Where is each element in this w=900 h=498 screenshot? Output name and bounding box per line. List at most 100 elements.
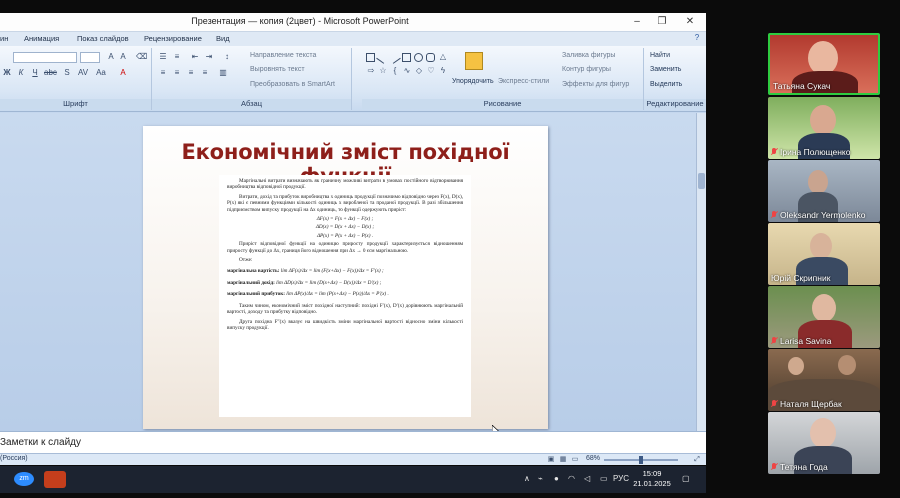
paragraph-group: ☰ ≡ ⇤ ⇥ ↕ ≡ ≡ ≡ ≡ ▥ Направление текста В…	[152, 48, 352, 110]
volume-icon[interactable]: ◁	[584, 474, 590, 483]
maximize-button[interactable]: ❐	[655, 15, 669, 29]
slide[interactable]: Економічний зміст похідної функції Маргі…	[143, 126, 548, 429]
muted-mic-icon	[771, 463, 777, 471]
clear-format-icon[interactable]: ⌫	[136, 52, 147, 62]
participant-name: Oleksandr Yermolenko	[771, 210, 866, 220]
input-language[interactable]: РУС	[613, 474, 629, 483]
increase-indent-icon[interactable]: ⇥	[204, 52, 214, 62]
columns-icon[interactable]: ▥	[218, 68, 228, 78]
rectangle-shape-icon[interactable]	[402, 53, 411, 62]
heart-shape-icon[interactable]: ♡	[426, 66, 436, 76]
line-shape-icon[interactable]	[376, 51, 389, 64]
shape-fill-button[interactable]: Заливка фигуры	[562, 52, 615, 59]
clock[interactable]: 15:09 21.01.2025	[632, 469, 672, 489]
participant-tile[interactable]: Юрій Скрипник	[768, 223, 880, 285]
participant-video	[810, 105, 836, 135]
brace-shape-icon[interactable]: {	[390, 66, 400, 76]
select-button[interactable]: Выделить	[650, 81, 682, 88]
ribbon-tabs: ин Анимация Показ слайдов Рецензирование…	[0, 32, 706, 46]
replace-button[interactable]: Заменить	[650, 66, 681, 73]
tab-slideshow[interactable]: Показ слайдов	[77, 34, 129, 43]
bullets-icon[interactable]: ☰	[158, 52, 168, 62]
zoom-app-button[interactable]: zm	[14, 472, 34, 486]
line-spacing-icon[interactable]: ↕	[222, 52, 232, 62]
close-button[interactable]: ✕	[683, 15, 697, 29]
tab-animation[interactable]: Анимация	[24, 34, 59, 43]
underline-icon[interactable]: Ч	[30, 68, 40, 78]
participant-tile[interactable]: Larisa Savina	[768, 286, 880, 348]
arrange-button[interactable]: Упорядочить	[452, 78, 494, 85]
participant-name: Татьяна Сукач	[773, 81, 831, 91]
zoom-slider-knob[interactable]	[639, 456, 643, 464]
font-family-select[interactable]	[13, 52, 77, 63]
slideshow-view-icon[interactable]: ▭	[570, 455, 580, 465]
italic-icon[interactable]: К	[16, 68, 26, 78]
font-color-icon[interactable]: A	[118, 68, 128, 78]
strikethrough-icon[interactable]: abc	[44, 68, 57, 78]
participant-tile[interactable]: Oleksandr Yermolenko	[768, 160, 880, 222]
shape-effects-button[interactable]: Эффекты для фигур	[562, 81, 629, 88]
participant-tile[interactable]: Наталя Щербак	[768, 349, 880, 411]
triangle-shape-icon[interactable]: △	[438, 52, 448, 62]
numbering-icon[interactable]: ≡	[172, 52, 182, 62]
participant-tile[interactable]: Ірина Полющенко	[768, 97, 880, 159]
char-spacing-icon[interactable]: AV	[78, 68, 88, 78]
notes-pane[interactable]: Заметки к слайду	[0, 431, 706, 453]
quick-styles-button[interactable]: Экспресс-стили	[498, 78, 549, 85]
find-button[interactable]: Найти	[650, 52, 670, 59]
slide-document-image: Маргінальні витрати визначають як гранич…	[219, 175, 471, 417]
normal-view-icon[interactable]: ▣	[546, 455, 556, 465]
muted-mic-icon	[771, 337, 777, 345]
curve-shape-icon[interactable]: ∿	[402, 66, 412, 76]
change-case-icon[interactable]: Aa	[96, 68, 106, 78]
shape-outline-button[interactable]: Контур фигуры	[562, 66, 611, 73]
help-icon[interactable]: ?	[692, 33, 702, 43]
font-size-select[interactable]	[80, 52, 100, 63]
vertical-scrollbar[interactable]	[696, 113, 706, 431]
text-direction-button[interactable]: Направление текста	[250, 52, 316, 59]
justify-icon[interactable]: ≡	[200, 68, 210, 78]
textbox-shape-icon[interactable]	[366, 53, 375, 62]
scrollbar-thumb[interactable]	[698, 173, 705, 189]
align-left-icon[interactable]: ≡	[158, 68, 168, 78]
star-shape-icon[interactable]: ☆	[378, 66, 388, 76]
powerpoint-app-button[interactable]	[44, 471, 66, 488]
bold-icon[interactable]: Ж	[2, 68, 12, 78]
tray-chevron-icon[interactable]: ∧	[524, 474, 530, 483]
network-icon[interactable]: ⌁	[538, 474, 543, 483]
oval-shape-icon[interactable]	[414, 53, 423, 62]
language-indicator[interactable]: (Россия)	[0, 455, 28, 462]
bolt-shape-icon[interactable]: ϟ	[438, 66, 448, 76]
editing-group: Найти Заменить Выделить Редактирование	[644, 48, 706, 110]
rounded-rect-shape-icon[interactable]	[426, 53, 435, 62]
doc-paragraph: Таким чином, економічний зміст похідної …	[227, 302, 463, 316]
fit-window-icon[interactable]: ⤢	[692, 455, 702, 465]
participant-tile[interactable]: Татьяна Сукач	[768, 33, 880, 95]
align-text-button[interactable]: Выровнять текст	[250, 66, 305, 73]
decrease-indent-icon[interactable]: ⇤	[190, 52, 200, 62]
battery-icon[interactable]: ▭	[600, 474, 608, 483]
notifications-icon[interactable]: ▢	[682, 474, 690, 483]
tab-review[interactable]: Рецензирование	[144, 34, 202, 43]
zoom-slider[interactable]	[604, 456, 678, 464]
line2-shape-icon[interactable]	[388, 51, 401, 64]
notes-placeholder[interactable]: Заметки к слайду	[0, 437, 81, 448]
sorter-view-icon[interactable]: ▦	[558, 455, 568, 465]
tab-design[interactable]: ин	[0, 34, 8, 43]
tab-view[interactable]: Вид	[216, 34, 230, 43]
callout-shape-icon[interactable]: ◇	[414, 66, 424, 76]
microphone-icon[interactable]: ●	[554, 474, 559, 483]
shrink-font-icon[interactable]: A	[118, 52, 128, 62]
align-right-icon[interactable]: ≡	[186, 68, 196, 78]
zoom-level[interactable]: 68%	[586, 455, 600, 462]
participant-tile[interactable]: Тетяна Года	[768, 412, 880, 474]
drawing-group: △ ⇨ ☆ { ∿ ◇ ♡ ϟ Упорядочить Экспресс-сти…	[362, 48, 644, 110]
grow-font-icon[interactable]: A	[106, 52, 116, 62]
shadow-icon[interactable]: S	[62, 68, 72, 78]
arrow-shape-icon[interactable]: ⇨	[366, 66, 376, 76]
align-center-icon[interactable]: ≡	[172, 68, 182, 78]
minimize-button[interactable]: –	[630, 15, 644, 29]
wifi-icon[interactable]: ◠	[568, 474, 575, 483]
smartart-button[interactable]: Преобразовать в SmartArt	[250, 81, 335, 88]
doc-formula: ΔF(x) = F(x + Δx) − F(x) ;	[316, 216, 374, 223]
